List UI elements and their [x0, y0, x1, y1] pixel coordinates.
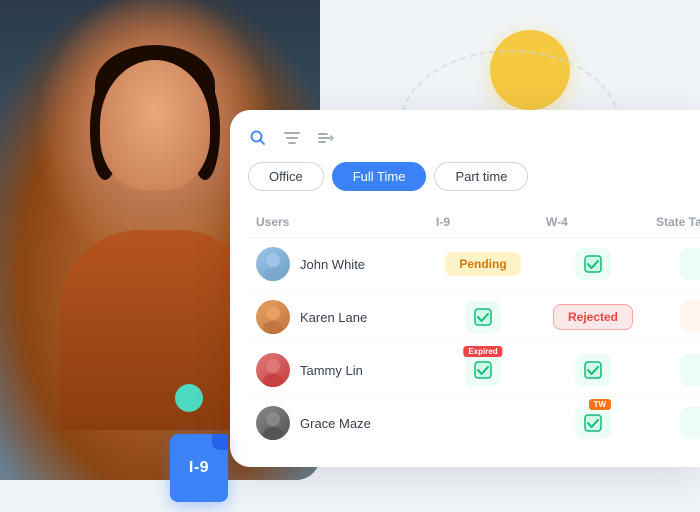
person-head [100, 60, 210, 190]
filter-icon[interactable] [282, 128, 302, 148]
statetax-cell-karen [648, 297, 700, 337]
table-row: John White Pending [248, 238, 700, 291]
i9-document: I-9 [170, 434, 228, 502]
avatar-tammy [256, 353, 290, 387]
w4-check-grace [575, 407, 611, 439]
expired-tag: Expired [463, 346, 502, 357]
main-card: Office Full Time Part time Users I-9 W-4… [230, 110, 700, 467]
statetax-cell-tammy [648, 350, 700, 390]
w4-cell-tammy [538, 350, 648, 390]
user-cell-karen: Karen Lane [248, 300, 428, 334]
w4-cell-karen: Rejected [538, 300, 648, 334]
w4-check-tammy [575, 354, 611, 386]
statetax-orange-karen [680, 301, 700, 333]
statetax-empty-grace [680, 407, 700, 439]
i9-expired-tammy: Expired [465, 354, 501, 386]
col-w4: W-4 [538, 215, 648, 229]
user-name-john: John White [300, 257, 365, 272]
table-row: Tammy Lin Expired [248, 344, 700, 397]
rejected-badge: Rejected [553, 304, 633, 330]
statetax-empty-tammy [680, 354, 700, 386]
w4-cell-grace: TW [538, 403, 648, 443]
w4-cell-john [538, 244, 648, 284]
teal-circle-decoration [175, 384, 203, 412]
pending-badge: Pending [445, 252, 520, 276]
w4-check-john [575, 248, 611, 280]
table-row: Karen Lane Rejected [248, 291, 700, 344]
user-cell-grace: Grace Maze [248, 406, 428, 440]
i9-cell-karen [428, 297, 538, 337]
i9-check-tammy [465, 354, 501, 386]
users-table: Users I-9 W-4 State Tax John White Pendi… [248, 207, 700, 449]
i9-doc-label: I-9 [189, 459, 209, 477]
statetax-cell-john [648, 244, 700, 284]
col-i9: I-9 [428, 215, 538, 229]
tab-parttime[interactable]: Part time [434, 162, 528, 191]
w4-tw-grace: TW [575, 407, 611, 439]
tab-office[interactable]: Office [248, 162, 324, 191]
i9-cell-tammy: Expired [428, 350, 538, 390]
user-cell-tammy: Tammy Lin [248, 353, 428, 387]
avatar-karen [256, 300, 290, 334]
user-name-tammy: Tammy Lin [300, 363, 363, 378]
avatar-john [256, 247, 290, 281]
table-header: Users I-9 W-4 State Tax [248, 207, 700, 238]
search-icon[interactable] [248, 128, 268, 148]
i9-check-karen [465, 301, 501, 333]
sort-icon[interactable] [316, 128, 336, 148]
i9-cell-john: Pending [428, 248, 538, 280]
avatar-initials-john [256, 247, 290, 281]
tab-fulltime[interactable]: Full Time [332, 162, 427, 191]
user-cell-john: John White [248, 247, 428, 281]
tw-tag: TW [589, 399, 611, 410]
user-name-karen: Karen Lane [300, 310, 367, 325]
statetax-empty-john [680, 248, 700, 280]
filter-tabs: Office Full Time Part time [248, 162, 700, 191]
statetax-cell-grace [648, 403, 700, 443]
avatar-grace [256, 406, 290, 440]
user-name-grace: Grace Maze [300, 416, 371, 431]
col-statetax: State Tax [648, 215, 700, 229]
col-users: Users [248, 215, 428, 229]
i9-cell-grace [428, 419, 538, 427]
toolbar [248, 128, 700, 148]
table-row: Grace Maze TW [248, 397, 700, 449]
